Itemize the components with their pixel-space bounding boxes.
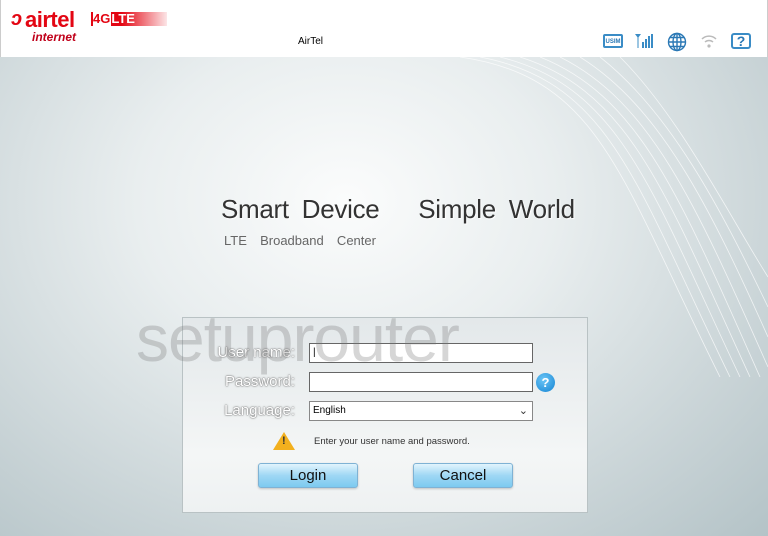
badge-text: LTE bbox=[111, 11, 135, 26]
help-icon[interactable]: ? bbox=[731, 33, 751, 49]
slogan: Smart Device Simple World bbox=[221, 194, 575, 224]
login-button[interactable]: Login bbox=[258, 463, 358, 488]
watermark: setuprouter bbox=[136, 301, 460, 375]
badge-prefix: 4G bbox=[93, 11, 112, 26]
status-icons: USIM ? bbox=[603, 32, 751, 52]
language-label: Language: bbox=[224, 402, 295, 419]
main-area: Smart Device Simple World LTE Broadband … bbox=[0, 57, 768, 536]
language-value: English bbox=[313, 405, 346, 416]
cancel-button[interactable]: Cancel bbox=[413, 463, 513, 488]
wifi-icon bbox=[699, 32, 719, 50]
usim-icon: USIM bbox=[603, 34, 623, 48]
brand-subtitle: internet bbox=[32, 30, 77, 44]
airtel-swoosh-icon: ↄ bbox=[11, 8, 23, 30]
chevron-down-icon: ⌄ bbox=[518, 405, 528, 417]
language-select[interactable]: English ⌄ bbox=[309, 401, 533, 421]
slogan-subtitle: LTE Broadband Center bbox=[224, 233, 376, 248]
airtel-logo: ↄ airtel 4GLTE internet bbox=[11, 6, 171, 46]
signal-icon bbox=[635, 32, 655, 50]
device-name: AirTel bbox=[298, 36, 324, 47]
password-help-icon[interactable]: ? bbox=[536, 373, 555, 392]
warning-icon: ! bbox=[273, 432, 295, 450]
hint-message: Enter your user name and password. bbox=[314, 436, 470, 447]
header: ↄ airtel 4GLTE internet AirTel USIM ? bbox=[0, 0, 768, 57]
globe-icon[interactable] bbox=[667, 32, 687, 52]
lte-badge: 4GLTE bbox=[91, 11, 167, 26]
